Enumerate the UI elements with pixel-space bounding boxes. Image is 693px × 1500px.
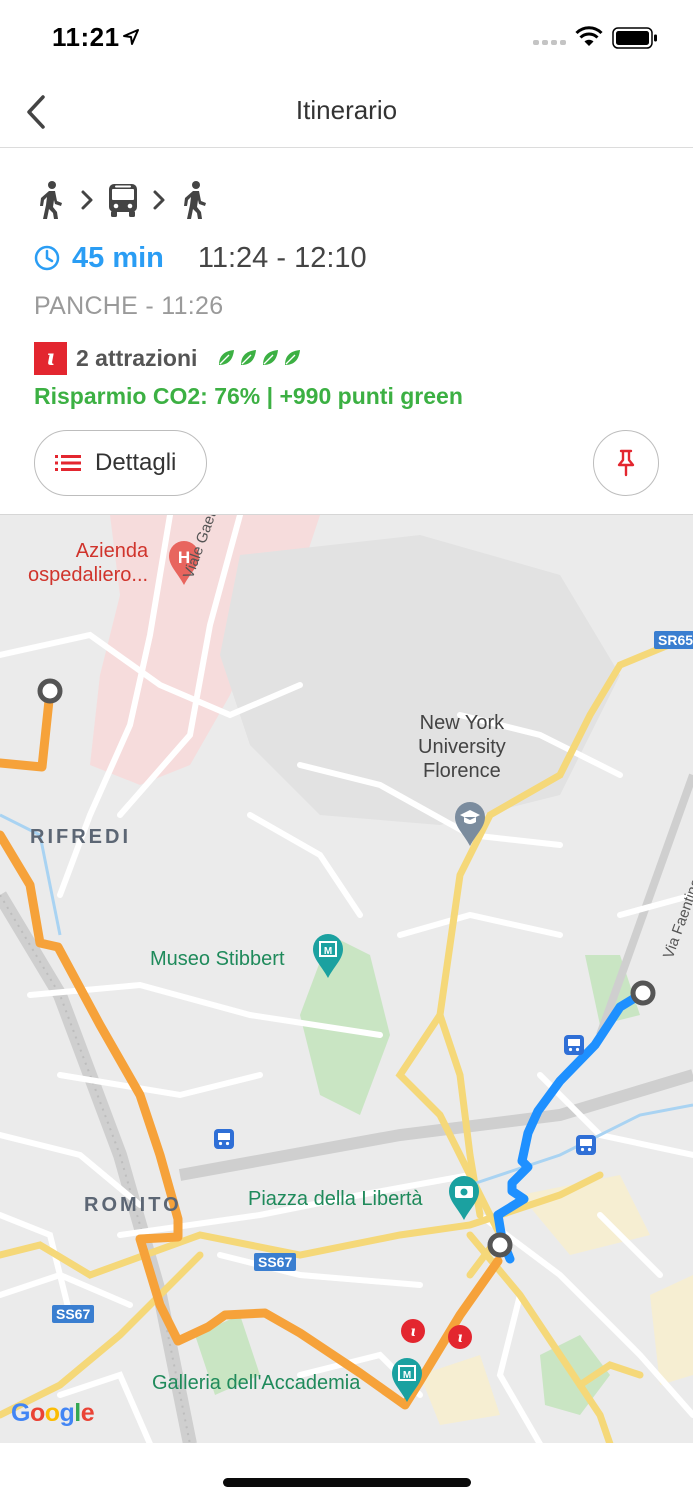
svg-text:ɩ: ɩ: [457, 1330, 462, 1346]
svg-text:M: M: [403, 1370, 411, 1381]
route-modes: [36, 180, 210, 220]
map-label-stibbert[interactable]: Museo Stibbert: [150, 947, 285, 971]
map-label-hospital[interactable]: Azienda ospedaliero...: [28, 539, 148, 587]
museum-pin-icon[interactable]: M: [311, 933, 345, 979]
svg-text:ɩ: ɩ: [410, 1324, 415, 1340]
attraction-marker-icon[interactable]: ɩ: [400, 1318, 426, 1344]
walk-icon: [36, 180, 66, 220]
details-button[interactable]: Dettagli: [34, 430, 207, 496]
pushpin-icon: [617, 449, 635, 477]
route-time-range: 11:24 - 12:10: [197, 241, 367, 274]
bus-stop-icon[interactable]: [564, 1035, 584, 1055]
google-logo: Google: [11, 1399, 95, 1427]
museum-pin-icon[interactable]: M: [390, 1357, 424, 1403]
home-indicator[interactable]: [223, 1478, 471, 1487]
map-label-romito: ROMITO: [84, 1194, 182, 1216]
map-label-nyu[interactable]: New York University Florence: [418, 711, 506, 783]
departure-stop: PANCHE - 11:26: [34, 292, 224, 320]
status-bar: 11:21: [0, 0, 693, 76]
cellular-signal-icon: [533, 40, 566, 45]
route-map[interactable]: H Azienda ospedaliero... Viale Gaetano P…: [0, 514, 693, 1443]
attractions-count: 2 attrazioni: [76, 344, 198, 371]
attraction-marker-icon[interactable]: ɩ: [447, 1324, 473, 1350]
navigation-bar: Itinerario: [0, 76, 693, 148]
green-rating: [217, 349, 301, 367]
details-label: Dettagli: [95, 449, 177, 476]
bus-stop-icon[interactable]: [214, 1129, 234, 1149]
map-label-rifredi: RIFREDI: [30, 826, 131, 848]
map-label-accademia[interactable]: Galleria dell'Accademia: [152, 1371, 360, 1395]
pin-button[interactable]: [593, 430, 659, 496]
map-label-liberta[interactable]: Piazza della Libertà: [248, 1187, 423, 1211]
camera-pin-icon[interactable]: [447, 1175, 481, 1221]
leaf-icon: [263, 350, 279, 365]
list-icon: [55, 454, 81, 472]
road-badge-ss67-a: SS67: [254, 1253, 297, 1271]
map-base: [0, 515, 693, 1443]
leaf-icon: [219, 350, 235, 365]
chevron-right-icon: [152, 189, 166, 211]
wifi-icon: [575, 26, 603, 46]
location-arrow-icon: [123, 29, 139, 45]
road-badge-ss67-b: SS67: [52, 1305, 95, 1323]
leaf-icon: [285, 350, 301, 365]
chevron-right-icon: [80, 189, 94, 211]
university-pin-icon[interactable]: [453, 801, 487, 847]
co2-savings: Risparmio CO2: 76% | +990 punti green: [34, 383, 463, 409]
bus-icon: [108, 182, 138, 218]
status-time: 11:21: [52, 22, 120, 52]
clock-icon: [34, 245, 60, 271]
svg-text:M: M: [324, 946, 332, 957]
road-badge-sr65: SR65: [654, 631, 693, 649]
leaf-icon: [241, 350, 257, 365]
page-title: Itinerario: [295, 95, 398, 125]
bus-stop-icon[interactable]: [576, 1135, 596, 1155]
attraction-logo-icon: ɩ: [34, 341, 67, 375]
route-time-row: 45 min 11:24 - 12:10: [34, 238, 367, 278]
walk-icon: [180, 180, 210, 220]
battery-icon: [612, 27, 657, 49]
attractions-row: ɩ 2 attrazioni: [34, 341, 301, 375]
route-duration: 45 min: [72, 241, 164, 274]
